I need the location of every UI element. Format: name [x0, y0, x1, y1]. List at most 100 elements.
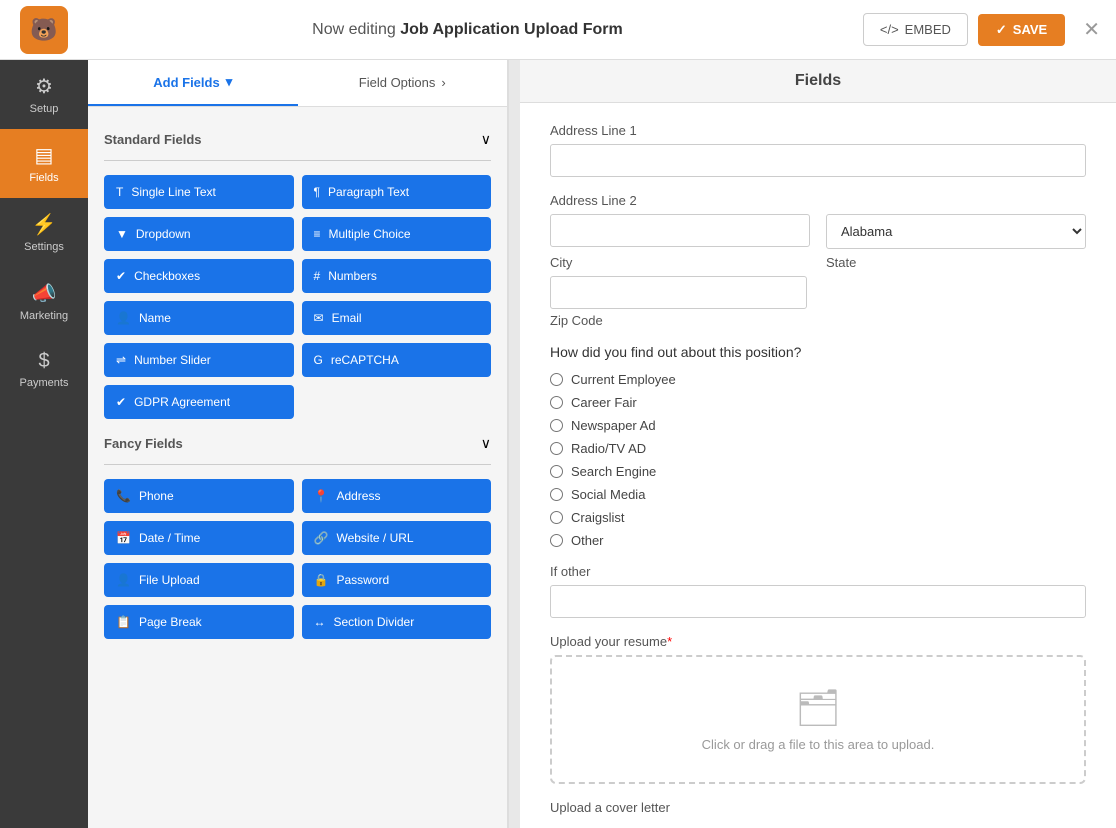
radio-radio-tv-ad[interactable]: Radio/TV AD — [550, 441, 1086, 456]
sidebar-item-settings[interactable]: ⚡ Settings — [0, 198, 88, 267]
radio-search-engine-label: Search Engine — [571, 464, 656, 479]
save-checkmark-icon: ✓ — [996, 22, 1007, 38]
dropdown-label: Dropdown — [136, 227, 191, 241]
field-btn-recaptcha[interactable]: G reCAPTCHA — [302, 343, 492, 377]
field-btn-paragraph-text[interactable]: ¶ Paragraph Text — [302, 175, 492, 209]
field-btn-email[interactable]: ✉ Email — [302, 301, 492, 335]
phone-label: Phone — [139, 489, 174, 503]
sidebar-item-marketing[interactable]: 📣 Marketing — [0, 267, 88, 336]
tab-add-fields[interactable]: Add Fields ▾ — [88, 60, 298, 106]
radio-newspaper-ad-input[interactable] — [550, 419, 563, 432]
panel-scroll[interactable]: Standard Fields ∨ T Single Line Text ¶ P… — [88, 107, 507, 828]
radio-social-media[interactable]: Social Media — [550, 487, 1086, 502]
standard-fields-grid: T Single Line Text ¶ Paragraph Text ▼ Dr… — [104, 175, 491, 419]
editing-prefix: Now editing — [312, 21, 396, 38]
setup-icon: ⚙ — [35, 74, 53, 99]
close-button[interactable]: ✕ — [1083, 17, 1100, 42]
standard-fields-collapse-icon[interactable]: ∨ — [481, 131, 491, 148]
password-label: Password — [336, 573, 389, 587]
upload-resume-label: Upload your resume* — [550, 634, 1086, 649]
radio-radio-tv-ad-input[interactable] — [550, 442, 563, 455]
logo-area: 🐻 — [16, 2, 72, 58]
required-star: * — [667, 634, 672, 649]
field-btn-address[interactable]: 📍 Address — [302, 479, 492, 513]
embed-label: EMBED — [905, 22, 951, 37]
form-name: Job Application Upload Form — [400, 21, 623, 38]
field-btn-password[interactable]: 🔒 Password — [302, 563, 492, 597]
upload-text: Click or drag a file to this area to upl… — [572, 737, 1064, 752]
multiple-choice-icon: ≡ — [314, 227, 321, 241]
upload-cover-label: Upload a cover letter — [550, 800, 1086, 815]
sidebar-label-marketing: Marketing — [20, 310, 68, 322]
radio-career-fair[interactable]: Career Fair — [550, 395, 1086, 410]
radio-craigslist-input[interactable] — [550, 511, 563, 524]
radio-current-employee-input[interactable] — [550, 373, 563, 386]
address-line2-input[interactable] — [550, 214, 810, 247]
field-btn-number-slider[interactable]: ⇌ Number Slider — [104, 343, 294, 377]
upload-resume-area[interactable]: 🗂 Click or drag a file to this area to u… — [550, 655, 1086, 784]
fancy-fields-collapse-icon[interactable]: ∨ — [481, 435, 491, 452]
radio-craigslist[interactable]: Craigslist — [550, 510, 1086, 525]
field-btn-multiple-choice[interactable]: ≡ Multiple Choice — [302, 217, 492, 251]
zip-code-input[interactable] — [550, 276, 807, 309]
sidebar-label-payments: Payments — [20, 377, 69, 389]
radio-newspaper-ad[interactable]: Newspaper Ad — [550, 418, 1086, 433]
radio-other[interactable]: Other — [550, 533, 1086, 548]
page-break-icon: 📋 — [116, 615, 131, 629]
chevron-right-icon: › — [441, 75, 445, 90]
field-options-tab-label: Field Options — [359, 75, 436, 90]
page-break-label: Page Break — [139, 615, 202, 629]
form-area[interactable]: Address Line 1 Address Line 2 Alabama — [520, 103, 1116, 828]
fields-icon: ▤ — [35, 143, 54, 168]
state-group: Alabama — [826, 193, 1086, 249]
resize-handle[interactable] — [508, 60, 520, 828]
radio-search-engine-input[interactable] — [550, 465, 563, 478]
state-select[interactable]: Alabama — [826, 214, 1086, 249]
field-btn-file-upload[interactable]: 👤 File Upload — [104, 563, 294, 597]
address-icon: 📍 — [314, 489, 329, 503]
single-line-text-label: Single Line Text — [131, 185, 216, 199]
save-button[interactable]: ✓ SAVE — [978, 14, 1065, 46]
zip-code-group: Zip Code — [550, 276, 1086, 328]
paragraph-text-label: Paragraph Text — [328, 185, 409, 199]
website-url-icon: 🔗 — [314, 531, 329, 545]
radio-career-fair-label: Career Fair — [571, 395, 637, 410]
if-other-group: If other — [550, 564, 1086, 618]
field-btn-numbers[interactable]: # Numbers — [302, 259, 492, 293]
embed-icon: </> — [880, 22, 899, 37]
phone-icon: 📞 — [116, 489, 131, 503]
radio-other-label: Other — [571, 533, 604, 548]
field-btn-checkboxes[interactable]: ✔ Checkboxes — [104, 259, 294, 293]
radio-social-media-input[interactable] — [550, 488, 563, 501]
if-other-input[interactable] — [550, 585, 1086, 618]
address-line2-label: Address Line 2 — [550, 193, 810, 208]
sidebar-item-payments[interactable]: $ Payments — [0, 336, 88, 403]
radio-current-employee[interactable]: Current Employee — [550, 372, 1086, 387]
sidebar-item-setup[interactable]: ⚙ Setup — [0, 60, 88, 129]
address-line1-input[interactable] — [550, 144, 1086, 177]
field-btn-gdpr[interactable]: ✔ GDPR Agreement — [104, 385, 294, 419]
sidebar-item-fields[interactable]: ▤ Fields — [0, 129, 88, 198]
radio-other-input[interactable] — [550, 534, 563, 547]
radio-radio-tv-ad-label: Radio/TV AD — [571, 441, 646, 456]
tab-field-options[interactable]: Field Options › — [298, 60, 508, 106]
top-bar-actions: </> EMBED ✓ SAVE ✕ — [863, 13, 1100, 46]
field-btn-section-divider[interactable]: ↔ Section Divider — [302, 605, 492, 639]
field-btn-page-break[interactable]: 📋 Page Break — [104, 605, 294, 639]
field-btn-date-time[interactable]: 📅 Date / Time — [104, 521, 294, 555]
payments-icon: $ — [38, 350, 49, 373]
radio-career-fair-input[interactable] — [550, 396, 563, 409]
date-time-icon: 📅 — [116, 531, 131, 545]
add-fields-tab-label: Add Fields — [153, 75, 219, 90]
field-btn-phone[interactable]: 📞 Phone — [104, 479, 294, 513]
password-icon: 🔒 — [314, 573, 329, 587]
field-btn-single-line-text[interactable]: T Single Line Text — [104, 175, 294, 209]
embed-button[interactable]: </> EMBED — [863, 13, 968, 46]
position-options-group: Current Employee Career Fair Newspaper A… — [550, 372, 1086, 548]
field-btn-name[interactable]: 👤 Name — [104, 301, 294, 335]
field-btn-dropdown[interactable]: ▼ Dropdown — [104, 217, 294, 251]
field-btn-website-url[interactable]: 🔗 Website / URL — [302, 521, 492, 555]
app-logo: 🐻 — [20, 6, 68, 54]
radio-current-employee-label: Current Employee — [571, 372, 676, 387]
radio-search-engine[interactable]: Search Engine — [550, 464, 1086, 479]
